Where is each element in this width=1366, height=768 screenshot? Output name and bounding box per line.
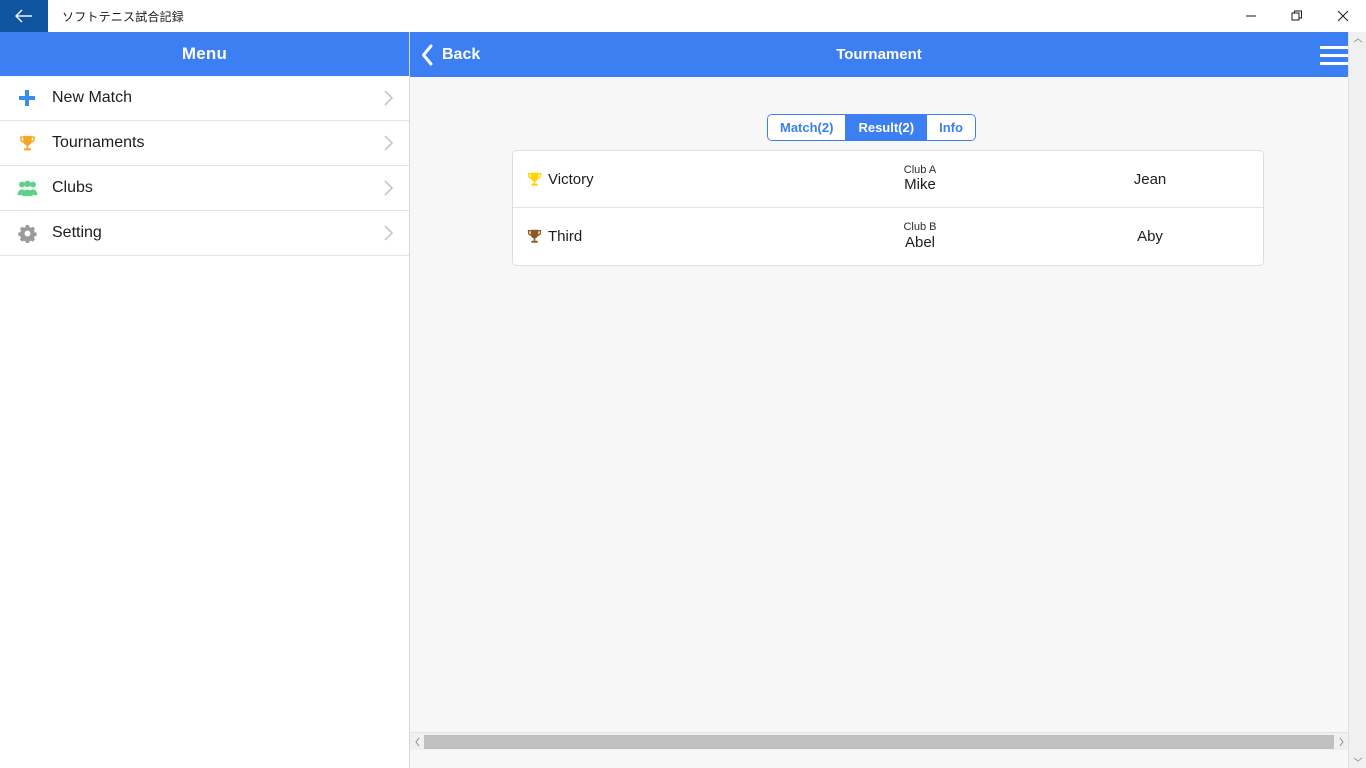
sidebar-item-label: New Match bbox=[52, 89, 133, 106]
player-cell: Club A Mike bbox=[785, 163, 1055, 194]
sidebar-bottom-strip bbox=[0, 760, 409, 768]
partner-name: Aby bbox=[1137, 228, 1163, 245]
scroll-right-arrow-icon[interactable] bbox=[1334, 737, 1348, 747]
minimize-icon bbox=[1245, 10, 1257, 22]
partner-name: Jean bbox=[1133, 170, 1167, 188]
content-area: Match(2) Result(2) Info Victory Club A M… bbox=[410, 77, 1348, 750]
trophy-icon bbox=[526, 228, 543, 245]
chevron-right-icon bbox=[383, 88, 395, 108]
chevron-right-icon bbox=[383, 133, 395, 153]
results-card: Victory Club A Mike Jean Third Club B Ab… bbox=[512, 150, 1264, 266]
window-back-button[interactable] bbox=[0, 0, 48, 32]
trophy-icon bbox=[12, 134, 42, 153]
hamburger-icon[interactable] bbox=[1316, 40, 1348, 70]
window-close-button[interactable] bbox=[1320, 0, 1366, 32]
scroll-left-arrow-icon[interactable] bbox=[410, 737, 424, 747]
arrow-left-icon bbox=[14, 8, 34, 24]
rank-label: Victory bbox=[548, 170, 594, 188]
tab-info[interactable]: Info bbox=[927, 115, 975, 140]
sidebar-item-clubs[interactable]: Clubs bbox=[0, 166, 409, 211]
sidebar-item-tournaments[interactable]: Tournaments bbox=[0, 121, 409, 166]
window-minimize-button[interactable] bbox=[1228, 0, 1274, 32]
rank-cell: Victory bbox=[513, 171, 785, 188]
horizontal-scrollbar[interactable] bbox=[410, 732, 1348, 750]
restore-icon bbox=[1291, 10, 1303, 22]
chevron-right-icon bbox=[383, 223, 395, 243]
sidebar-item-new-match[interactable]: New Match bbox=[0, 76, 409, 121]
horizontal-scrollbar-thumb[interactable] bbox=[424, 734, 1334, 749]
plus-icon bbox=[12, 89, 42, 107]
back-button-label: Back bbox=[442, 45, 481, 63]
sidebar: Menu New Match Tournaments Clubs Setting bbox=[0, 32, 410, 768]
window-title-bar: ソフトテニス試合記録 bbox=[0, 0, 1366, 33]
sidebar-item-label: Clubs bbox=[52, 179, 93, 196]
hamburger-bar bbox=[1320, 61, 1348, 65]
app-header: Back Tournament bbox=[410, 32, 1348, 77]
scroll-down-arrow-icon[interactable] bbox=[1349, 751, 1366, 768]
player-name: Abel bbox=[904, 233, 936, 251]
tab-result[interactable]: Result(2) bbox=[846, 115, 928, 140]
chevron-left-icon bbox=[420, 43, 434, 67]
sidebar-header: Menu bbox=[0, 32, 409, 76]
vertical-scrollbar[interactable] bbox=[1348, 32, 1366, 768]
segmented-tabs: Match(2) Result(2) Info bbox=[767, 114, 976, 141]
rank-label: Third bbox=[548, 228, 583, 245]
sidebar-header-title: Menu bbox=[181, 44, 228, 63]
sidebar-item-setting[interactable]: Setting bbox=[0, 211, 409, 256]
hamburger-bar bbox=[1320, 53, 1348, 57]
table-row[interactable]: Third Club B Abel Aby bbox=[513, 208, 1263, 265]
trophy-icon bbox=[526, 171, 543, 188]
tab-match[interactable]: Match(2) bbox=[768, 115, 847, 140]
rank-cell: Third bbox=[513, 228, 785, 245]
club-name: Club B bbox=[903, 221, 937, 234]
horizontal-scrollbar-track[interactable] bbox=[424, 733, 1334, 750]
hamburger-bar bbox=[1320, 45, 1348, 49]
chevron-right-icon bbox=[383, 178, 395, 198]
sidebar-item-label: Tournaments bbox=[52, 134, 145, 151]
window-maximize-button[interactable] bbox=[1274, 0, 1320, 32]
table-row[interactable]: Victory Club A Mike Jean bbox=[513, 151, 1263, 208]
page-title: Tournament bbox=[836, 46, 922, 63]
people-icon bbox=[12, 180, 42, 197]
close-icon bbox=[1337, 10, 1349, 22]
app-pane: Back Tournament Match(2) Result(2) Info bbox=[410, 32, 1366, 768]
back-button[interactable]: Back bbox=[410, 32, 480, 77]
window-title: ソフトテニス試合記録 bbox=[62, 9, 185, 24]
sidebar-item-label: Setting bbox=[52, 224, 102, 241]
club-name: Club A bbox=[903, 163, 937, 176]
player-name: Mike bbox=[904, 176, 936, 194]
gear-icon bbox=[12, 224, 42, 243]
player-cell: Club B Abel bbox=[785, 222, 1055, 250]
scroll-up-arrow-icon[interactable] bbox=[1349, 32, 1366, 49]
